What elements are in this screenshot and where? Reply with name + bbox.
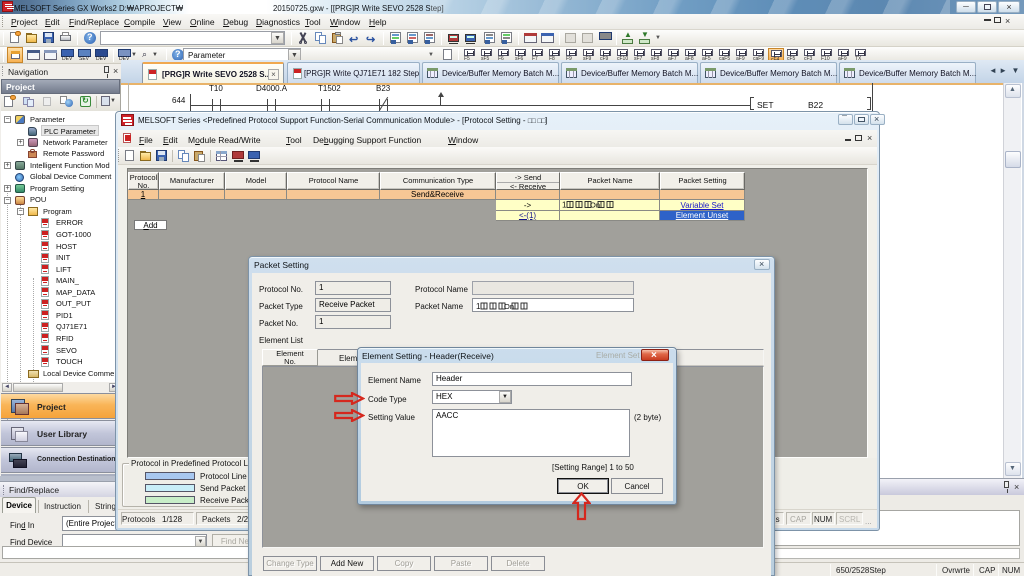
svg-text:1: 1	[476, 302, 481, 311]
svg-text:On: On	[590, 201, 600, 210]
svg-text:1: 1	[562, 201, 567, 210]
svg-text:On: On	[504, 302, 514, 311]
